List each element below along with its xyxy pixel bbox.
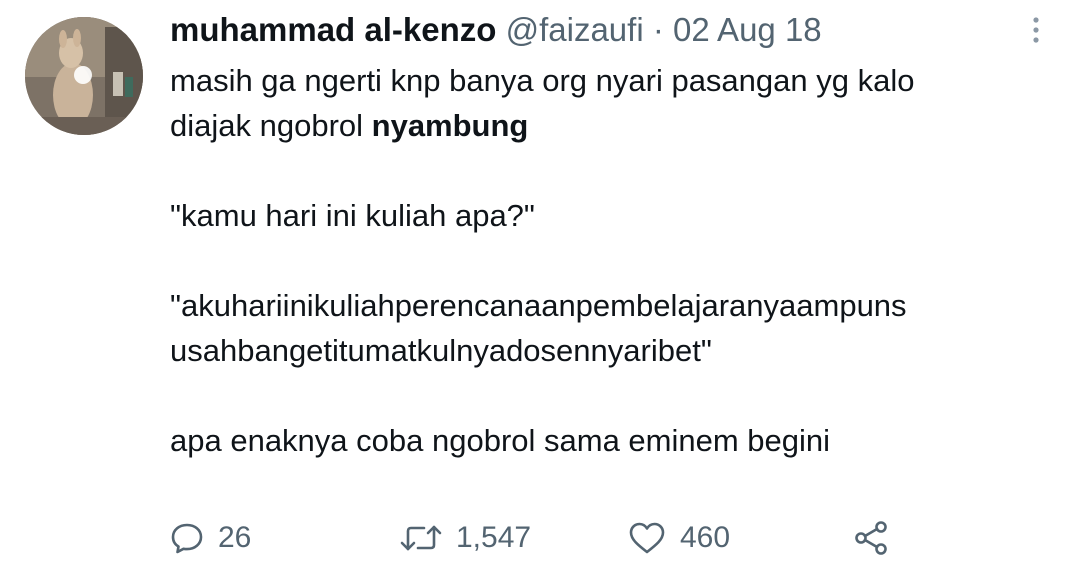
tweet-closing: apa enaknya coba ngobrol sama eminem beg… [170, 423, 831, 458]
tweet-answer-line: "akuhariinikuliahperencanaanpembelajaran… [170, 288, 907, 323]
header-separator: · [652, 11, 664, 48]
heart-icon [629, 522, 665, 554]
reply-icon [171, 523, 203, 554]
author-name[interactable]: muhammad al-kenzo [170, 11, 496, 48]
tweet-answer-line: usahbangetitumatkulnyadosennyaribet" [170, 333, 712, 368]
kangaroo-photo-avatar-icon [25, 17, 143, 135]
retweet-icon [400, 525, 442, 551]
more-button[interactable] [1018, 12, 1054, 48]
tweet-date[interactable]: 02 Aug 18 [673, 11, 822, 48]
reply-button[interactable]: 26 [170, 513, 251, 563]
tweet-actions: 26 1,547 460 [170, 513, 1050, 563]
tweet-card[interactable]: muhammad al-kenzo @faizaufi · 02 Aug 18 … [0, 0, 1080, 576]
share-icon [855, 521, 887, 555]
reply-count: 26 [218, 521, 252, 554]
share-button[interactable] [852, 513, 890, 563]
tweet-line: masih ga ngerti knp banya org nyari pasa… [170, 63, 915, 98]
tweet-question: "kamu hari ini kuliah apa?" [170, 198, 535, 233]
retweet-count: 1,547 [456, 521, 532, 554]
tweet-text-bold: nyambung [371, 108, 529, 143]
retweet-button[interactable]: 1,547 [400, 513, 531, 563]
tweet-text-part: diajak ngobrol [170, 108, 372, 143]
avatar[interactable] [25, 17, 143, 135]
author-handle[interactable]: @faizaufi [506, 11, 644, 48]
tweet-text: masih ga ngerti knp banya org nyari pasa… [170, 58, 1060, 463]
tweet-line: diajak ngobrol nyambung [170, 103, 1060, 148]
like-count: 460 [680, 521, 731, 554]
more-vertical-icon [1033, 17, 1039, 43]
tweet-header: muhammad al-kenzo @faizaufi · 02 Aug 18 [170, 10, 822, 50]
like-button[interactable]: 460 [628, 513, 730, 563]
